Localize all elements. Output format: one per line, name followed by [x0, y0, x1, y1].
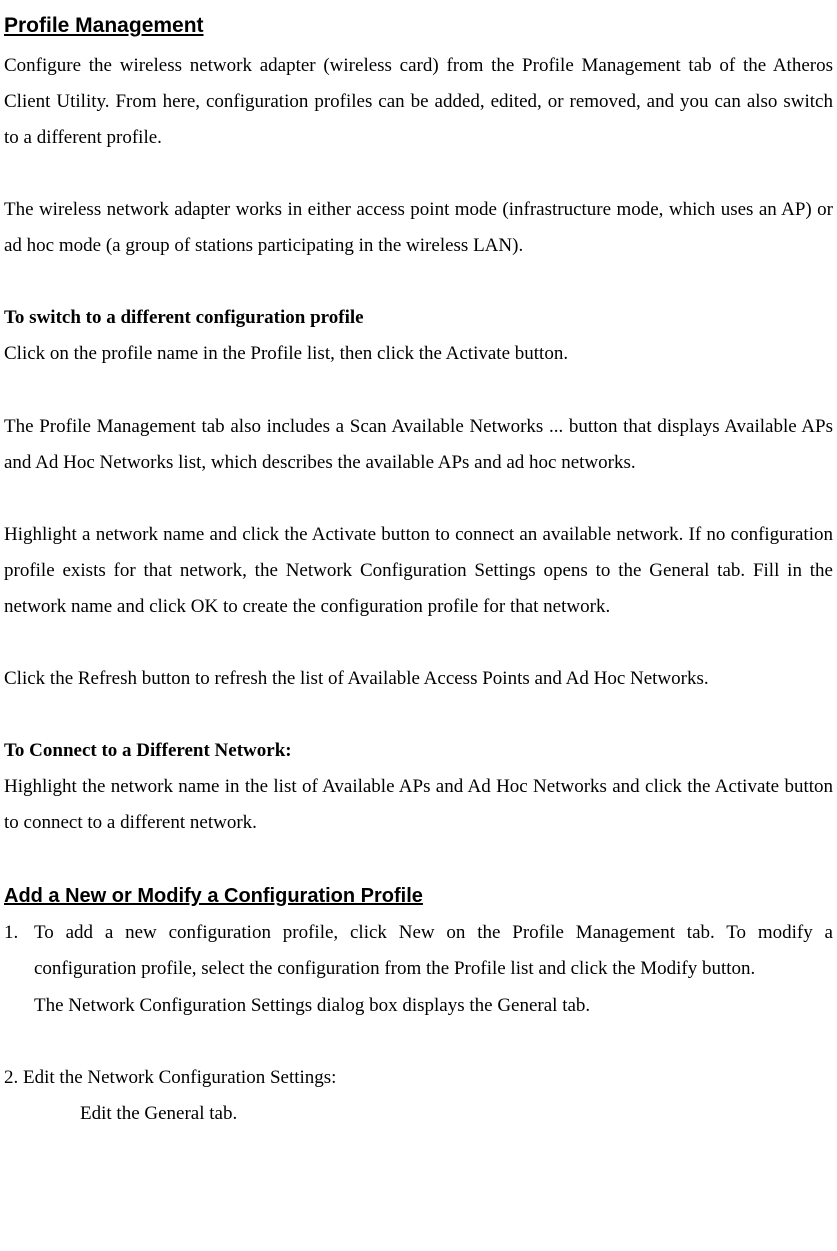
heading-profile-management: Profile Management [4, 6, 833, 46]
paragraph: Highlight the network name in the list o… [4, 769, 833, 841]
list-text: The Network Configuration Settings dialo… [4, 988, 833, 1024]
heading-add-modify-profile: Add a New or Modify a Configuration Prof… [4, 877, 833, 915]
list-item: 1. To add a new configuration profile, c… [4, 915, 833, 987]
paragraph: Click the Refresh button to refresh the … [4, 661, 833, 697]
paragraph: The Profile Management tab also includes… [4, 409, 833, 481]
blank-line [4, 373, 833, 409]
paragraph: The wireless network adapter works in ei… [4, 192, 833, 264]
list-text: To add a new configuration profile, clic… [34, 915, 833, 987]
list-item: 2. Edit the Network Configuration Settin… [4, 1060, 833, 1096]
paragraph: Click on the profile name in the Profile… [4, 336, 833, 372]
blank-line [4, 625, 833, 661]
list-marker: 1. [4, 915, 34, 987]
subheading-connect-network: To Connect to a Different Network: [4, 733, 833, 769]
paragraph: Configure the wireless network adapter (… [4, 48, 833, 156]
paragraph: Highlight a network name and click the A… [4, 517, 833, 625]
blank-line [4, 156, 833, 192]
blank-line [4, 841, 833, 877]
subheading-switch-profile: To switch to a different configuration p… [4, 300, 833, 336]
blank-line [4, 1024, 833, 1060]
blank-line [4, 264, 833, 300]
list-subitem: Edit the General tab. [4, 1096, 833, 1132]
blank-line [4, 481, 833, 517]
blank-line [4, 697, 833, 733]
